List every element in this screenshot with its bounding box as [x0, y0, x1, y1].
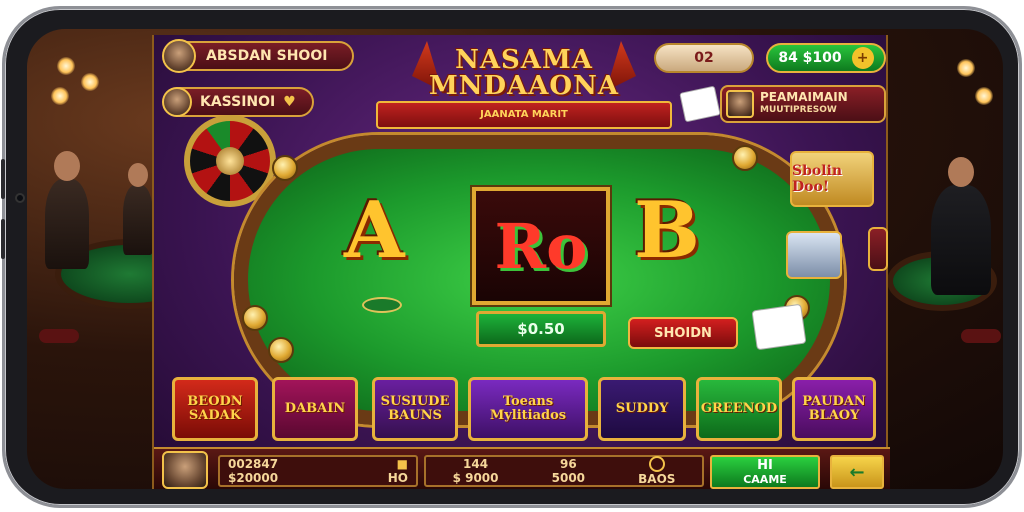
slot-symbol-right: B — [634, 185, 700, 276]
featured-game-card[interactable]: Sbolin Doo! — [790, 151, 874, 207]
game-carousel: BEODN SADAK DABAIN SUSIUDE BAUNS Toeans … — [164, 375, 880, 445]
spin-button[interactable]: SHOIDN — [628, 317, 738, 349]
promo-avatar — [726, 90, 754, 118]
background-player — [931, 157, 991, 295]
stat-coins: $20000 — [228, 471, 279, 485]
casino-badge[interactable]: KASSINOI ♥ — [162, 87, 314, 117]
game-tile-label: PAUDAN BLAOY — [802, 394, 866, 423]
promo-title: PEAMAIMAIN — [760, 90, 848, 104]
game-tile-label: SUDDY — [615, 401, 669, 416]
stat-3-bottom: BAOS — [638, 472, 676, 486]
lock-icon: ■ — [396, 457, 408, 471]
title-ribbon: JAANATA MARIT — [376, 101, 672, 129]
bar-stool — [961, 329, 1001, 343]
phone-frame: ABSDAN SHOOI KASSINOI ♥ NASAMA MNDAAONA … — [1, 6, 1022, 508]
balance-counter[interactable]: 02 — [654, 43, 754, 73]
play-button-title: HI — [757, 458, 773, 473]
ring-icon — [648, 456, 665, 472]
cash-counter[interactable]: 84 $100 + — [766, 43, 886, 73]
game-tile[interactable]: GREENOD — [696, 377, 782, 441]
play-game-button[interactable]: HI CAAME — [710, 455, 820, 489]
match-stats: 144 $ 9000 96 5000 BAOS — [424, 455, 704, 487]
player-avatar — [162, 39, 196, 73]
player-profile[interactable]: ABSDAN SHOOI — [162, 39, 354, 73]
casino-name: KASSINOI — [200, 94, 276, 110]
chip-icon — [268, 337, 294, 363]
stat-id: 002847 — [228, 457, 279, 471]
game-tile[interactable]: SUDDY — [598, 377, 686, 441]
friends-card[interactable] — [786, 231, 842, 279]
bar-stool — [39, 329, 79, 343]
stat-1-top: 144 — [463, 457, 489, 471]
chip-icon — [732, 145, 758, 171]
add-cash-plus-icon[interactable]: + — [851, 47, 874, 69]
stat-2-top: 96 — [559, 457, 577, 471]
promo-card[interactable]: PEAMAIMAIN MUUTIPRESOW — [720, 85, 886, 123]
bet-value-plate: $0.50 — [476, 311, 606, 347]
bottom-bar: 002847 ■ $20000 HO 144 $ 9000 96 5000 BAOS H… — [154, 447, 890, 489]
cash-value: 84 $100 — [778, 50, 842, 66]
stat-1-bottom: $ 9000 — [452, 471, 499, 485]
arrow-left-icon: ← — [849, 461, 865, 483]
volume-button — [1, 159, 5, 199]
chip-icon — [242, 305, 268, 331]
game-tile[interactable]: SUSIUDE BAUNS — [372, 377, 458, 441]
background-player — [123, 163, 153, 255]
heart-icon: ♥ — [283, 94, 296, 110]
game-tile[interactable]: BEODN SADAK — [172, 377, 258, 441]
game-panel: ABSDAN SHOOI KASSINOI ♥ NASAMA MNDAAONA … — [152, 35, 890, 489]
background-player — [45, 151, 89, 269]
balance-value: 02 — [694, 50, 714, 66]
slot-symbol-left: A — [344, 185, 405, 276]
ceiling-lamp — [975, 87, 993, 105]
casino-icon — [162, 87, 192, 117]
player-name: ABSDAN SHOOI — [206, 48, 328, 64]
chip-icon — [272, 155, 298, 181]
front-camera-icon — [15, 193, 25, 203]
game-tile[interactable]: Toeans Mylitiados — [468, 377, 588, 441]
side-menu-button[interactable] — [868, 227, 888, 271]
stat-2-bottom: 5000 — [551, 471, 586, 485]
ceiling-lamp — [81, 73, 99, 91]
chip-stack-icon — [362, 297, 402, 313]
stat-label: HO — [387, 471, 408, 485]
bottom-avatar[interactable] — [162, 451, 208, 489]
ceiling-lamp — [57, 57, 75, 75]
title-line-2: MNDAAONA — [428, 71, 620, 101]
back-arrow-button[interactable]: ← — [830, 455, 884, 489]
game-tile-label: DABAIN — [284, 401, 346, 416]
player-stats: 002847 ■ $20000 HO — [218, 455, 418, 487]
ceiling-lamp — [957, 59, 975, 77]
game-tile-label: SUSIUDE BAUNS — [380, 394, 450, 423]
volume-button-2 — [1, 219, 5, 259]
playing-cards-icon — [679, 85, 721, 123]
playing-cards-icon — [751, 303, 807, 351]
game-tile-label: GREENOD — [700, 401, 778, 416]
game-tile-label: Toeans Mylitiados — [489, 394, 567, 423]
ceiling-lamp — [51, 87, 69, 105]
featured-game-label: Sbolin Doo! — [792, 163, 843, 195]
screen: ABSDAN SHOOI KASSINOI ♥ NASAMA MNDAAONA … — [27, 29, 1003, 489]
game-tile[interactable]: PAUDAN BLAOY — [792, 377, 876, 441]
slot-reel-center: Ro — [472, 187, 610, 305]
game-tile-label: BEODN SADAK — [187, 394, 243, 423]
promo-subtitle: MUUTIPRESOW — [760, 105, 837, 115]
slot-symbol-center: Ro — [494, 209, 588, 283]
game-tile[interactable]: DABAIN — [272, 377, 358, 441]
play-button-sub: CAAME — [743, 473, 787, 486]
